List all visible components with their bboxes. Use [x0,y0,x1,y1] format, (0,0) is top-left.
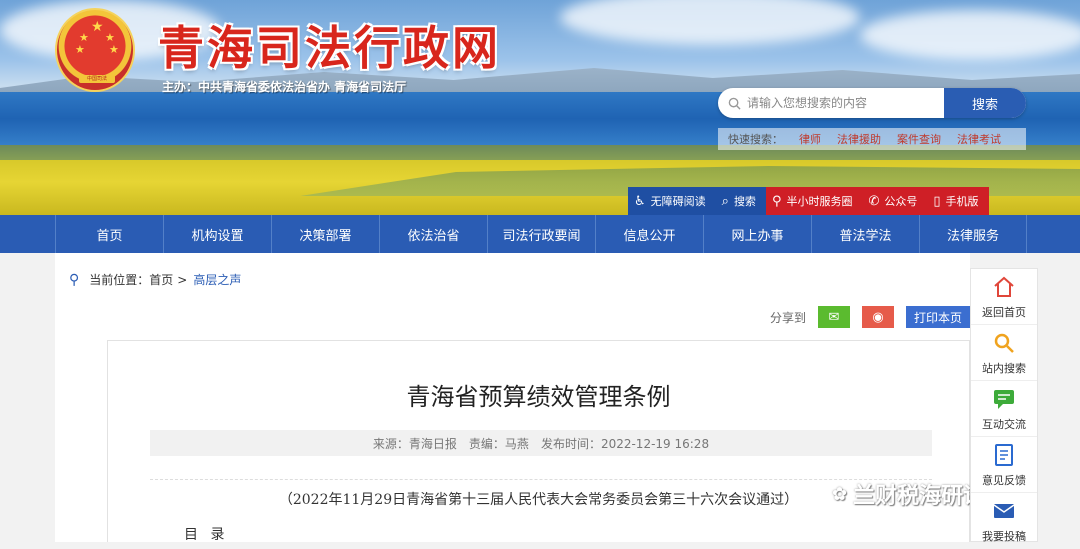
float-home-button[interactable]: 返回首页 [971,269,1037,325]
service-circle-button[interactable]: ⚲ 半小时服务圈 [765,187,863,215]
search-icon [728,97,741,110]
float-feedback-button[interactable]: 意见反馈 [971,437,1037,493]
breadcrumb-home[interactable]: 首页 [149,271,173,288]
accessibility-icon: ♿ [634,193,646,209]
nav-online-services[interactable]: 网上办事 [703,215,811,253]
nav-info-disclosure[interactable]: 信息公开 [595,215,703,253]
mail-icon [991,498,1017,524]
mobile-icon: ▯ [933,193,941,209]
wechat-account-button[interactable]: ✆ 公众号 [862,187,928,215]
wechat-icon: ✆ [868,193,880,209]
article-published: 发布时间：2022-12-19 16:28 [540,436,710,451]
service-circle-label: 半小时服务圈 [786,195,853,208]
nav-home[interactable]: 首页 [55,215,163,253]
feedback-icon [991,442,1017,468]
chat-icon [991,386,1017,412]
breadcrumb-separator: > [177,272,188,287]
watermark-text: 兰财税海研语 [853,484,986,509]
breadcrumb: ⚲ 当前位置： 首页 > 高层之声 [69,271,241,288]
main-nav: 首页 机构设置 决策部署 依法治省 司法行政要闻 信息公开 网上办事 普法学法 … [0,215,1080,253]
nav-organization[interactable]: 机构设置 [163,215,271,253]
mobile-version-label: 手机版 [945,195,979,208]
wechat-icon: ✉ [828,309,840,325]
share-bar: 分享到 ✉ ◉ 打印本页 [770,306,970,328]
breadcrumb-current[interactable]: 高层之声 [193,271,241,288]
site-sponsor: 主办：中共青海省委依法治省办 青海省司法厅 [162,80,407,94]
float-chat-button[interactable]: 互动交流 [971,381,1037,437]
court-emblem-icon: ★ ★ ★ ★ ★ 中国司法 [55,8,135,92]
quick-search-case[interactable]: 案件查询 [897,131,941,147]
article-divider [150,479,932,480]
watermark: ✿ 兰财税海研语 [832,478,985,510]
site-title[interactable]: 青海司法行政网 [158,12,501,78]
weibo-icon: ◉ [872,309,884,325]
search-icon [991,330,1017,356]
share-weibo-button[interactable]: ◉ [861,306,894,328]
share-label: 分享到 [769,310,806,325]
article: 青海省预算绩效管理条例 来源：青海日报 责编：马燕 发布时间：2022-12-1… [107,340,970,543]
nav-news[interactable]: 司法行政要闻 [487,215,595,253]
service-bar: ♿ 无障碍阅读 ⌕ 搜索 ⚲ 半小时服务圈 ✆ 公众号 ▯ 手机版 [628,187,1080,215]
search-input[interactable] [747,96,927,110]
float-search-label: 站内搜索 [982,361,1026,375]
article-source: 来源：青海日报 [372,436,457,451]
nav-decisions[interactable]: 决策部署 [271,215,379,253]
float-chat-label: 互动交流 [982,417,1026,431]
wechat-account-label: 公众号 [884,195,918,208]
print-button[interactable]: 打印本页 [905,306,970,328]
breadcrumb-label: 当前位置： [89,273,150,287]
article-editor: 责编：马燕 [468,436,529,451]
header-banner: ★ ★ ★ ★ ★ 中国司法 青海司法行政网 主办：中共青海省委依法治省办 青海… [0,0,1080,215]
home-icon [991,274,1017,300]
article-toc-heading: 目 录 [184,527,229,543]
search-button[interactable]: 搜索 [944,88,1026,118]
float-feedback-label: 意见反馈 [982,473,1026,487]
article-meta: 来源：青海日报 责编：马燕 发布时间：2022-12-19 16:28 [150,430,932,456]
share-wechat-button[interactable]: ✉ [817,306,850,328]
site-search: 搜索 [718,88,1026,118]
float-home-label: 返回首页 [982,305,1026,319]
quick-search-legal-aid[interactable]: 法律援助 [837,131,881,147]
article-title: 青海省预算绩效管理条例 [406,383,671,411]
service-search-label: 搜索 [733,195,756,208]
nav-legal-services[interactable]: 法律服务 [919,215,1027,253]
location-pin-icon: ⚲ [69,271,80,288]
quick-search-lawyer[interactable]: 律师 [799,131,821,147]
emblem-text: 中国司法 [79,75,115,83]
service-search-button[interactable]: ⌕ 搜索 [715,187,766,215]
mobile-version-button[interactable]: ▯ 手机版 [927,187,989,215]
quick-search-exam[interactable]: 法律考试 [957,131,1001,147]
nav-rule-of-law[interactable]: 依法治省 [379,215,487,253]
quick-search-label: 快速搜索： [728,133,783,146]
wechat-watermark-icon: ✿ [832,483,848,505]
float-submit-button[interactable]: 我要投稿 [971,493,1037,549]
accessibility-button[interactable]: ♿ 无障碍阅读 [628,187,716,215]
search-icon: ⌕ [721,193,729,209]
accessibility-label: 无障碍阅读 [650,195,706,208]
quick-search: 快速搜索： 律师 法律援助 案件查询 法律考试 [718,128,1026,150]
floating-toolbar: 返回首页 站内搜索 互动交流 意见反馈 我要投稿 [970,268,1038,543]
float-search-button[interactable]: 站内搜索 [971,325,1037,381]
nav-law-education[interactable]: 普法学法 [811,215,919,253]
location-icon: ⚲ [771,193,782,209]
